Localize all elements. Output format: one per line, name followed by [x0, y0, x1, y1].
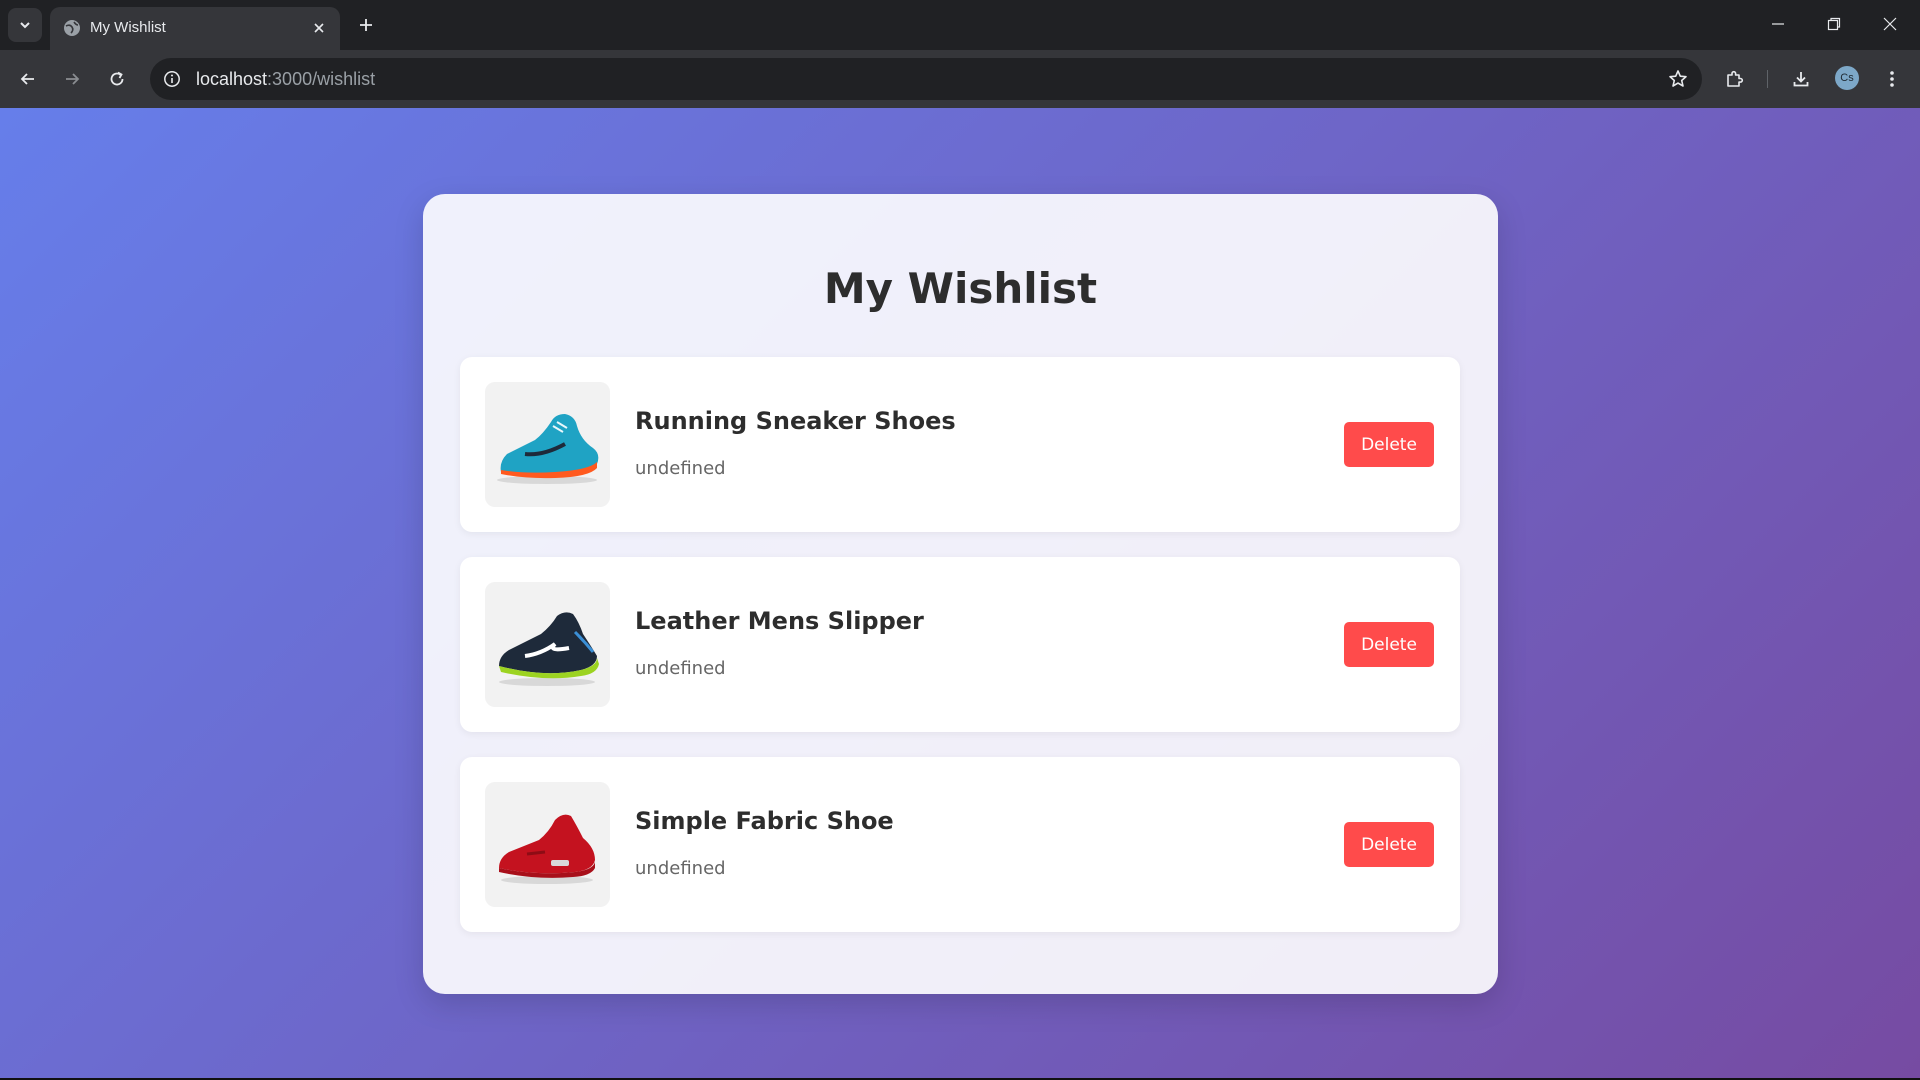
info-icon [164, 71, 180, 87]
active-tab[interactable]: My Wishlist [50, 7, 340, 50]
sneaker-icon [499, 612, 599, 686]
back-button[interactable] [12, 63, 44, 95]
kebab-menu-icon [1890, 71, 1894, 87]
product-price: undefined [635, 458, 726, 479]
chevron-down-icon [20, 22, 30, 29]
close-window-button[interactable] [1862, 0, 1918, 48]
forward-button[interactable] [56, 63, 88, 95]
sneaker-icon [497, 414, 599, 484]
menu-button[interactable] [1876, 63, 1908, 95]
plus-icon [360, 19, 372, 31]
product-price: undefined [635, 858, 726, 879]
product-image [485, 382, 610, 507]
extensions-button[interactable] [1719, 63, 1751, 95]
reload-icon [110, 71, 124, 86]
delete-button[interactable]: Delete [1344, 622, 1434, 667]
product-name: Simple Fabric Shoe [635, 807, 894, 835]
wishlist-item: Simple Fabric Shoe undefined Delete [460, 757, 1460, 932]
product-name: Running Sneaker Shoes [635, 407, 956, 435]
product-image [485, 782, 610, 907]
url-text: localhost:3000/wishlist [196, 69, 375, 90]
product-name: Leather Mens Slipper [635, 607, 924, 635]
profile-avatar[interactable]: Cs [1835, 66, 1859, 90]
star-icon [1669, 70, 1687, 87]
sneaker-icon [499, 814, 595, 884]
arrow-right-icon [66, 73, 80, 85]
arrow-left-icon [20, 73, 34, 85]
tab-search-button[interactable] [8, 8, 42, 42]
delete-button[interactable]: Delete [1344, 822, 1434, 867]
wishlist-card: My Wishlist Running Sneaker Shoes undefi… [423, 194, 1498, 994]
page-title: My Wishlist [823, 264, 1098, 313]
downloads-button[interactable] [1785, 63, 1817, 95]
close-icon [314, 23, 324, 33]
toolbar-divider [1767, 70, 1768, 88]
product-price: undefined [635, 658, 726, 679]
puzzle-icon [1727, 70, 1744, 87]
minimize-icon [1772, 23, 1784, 25]
globe-icon [64, 20, 80, 36]
url-host: localhost [196, 69, 268, 89]
page-viewport: My Wishlist Running Sneaker Shoes undefi… [0, 108, 1920, 1078]
tab-title: My Wishlist [90, 19, 166, 36]
url-path: :3000/wishlist [267, 69, 376, 89]
new-tab-button[interactable] [352, 11, 380, 39]
product-image [485, 582, 610, 707]
browser-tab-bar: My Wishlist [0, 0, 1920, 50]
delete-button[interactable]: Delete [1344, 422, 1434, 467]
reload-button[interactable] [101, 63, 133, 95]
wishlist-item: Running Sneaker Shoes undefined Delete [460, 357, 1460, 532]
close-icon [1883, 17, 1897, 31]
restore-button[interactable] [1806, 0, 1862, 48]
bookmark-button[interactable] [1664, 65, 1692, 93]
tab-close-button[interactable] [308, 17, 330, 39]
restore-icon [1827, 17, 1841, 31]
minimize-button[interactable] [1750, 0, 1806, 48]
wishlist-item: Leather Mens Slipper undefined Delete [460, 557, 1460, 732]
site-info-button[interactable] [160, 67, 184, 91]
browser-toolbar: localhost:3000/wishlist [0, 50, 1920, 108]
download-icon [1793, 72, 1809, 87]
address-bar[interactable]: localhost:3000/wishlist [150, 58, 1702, 100]
